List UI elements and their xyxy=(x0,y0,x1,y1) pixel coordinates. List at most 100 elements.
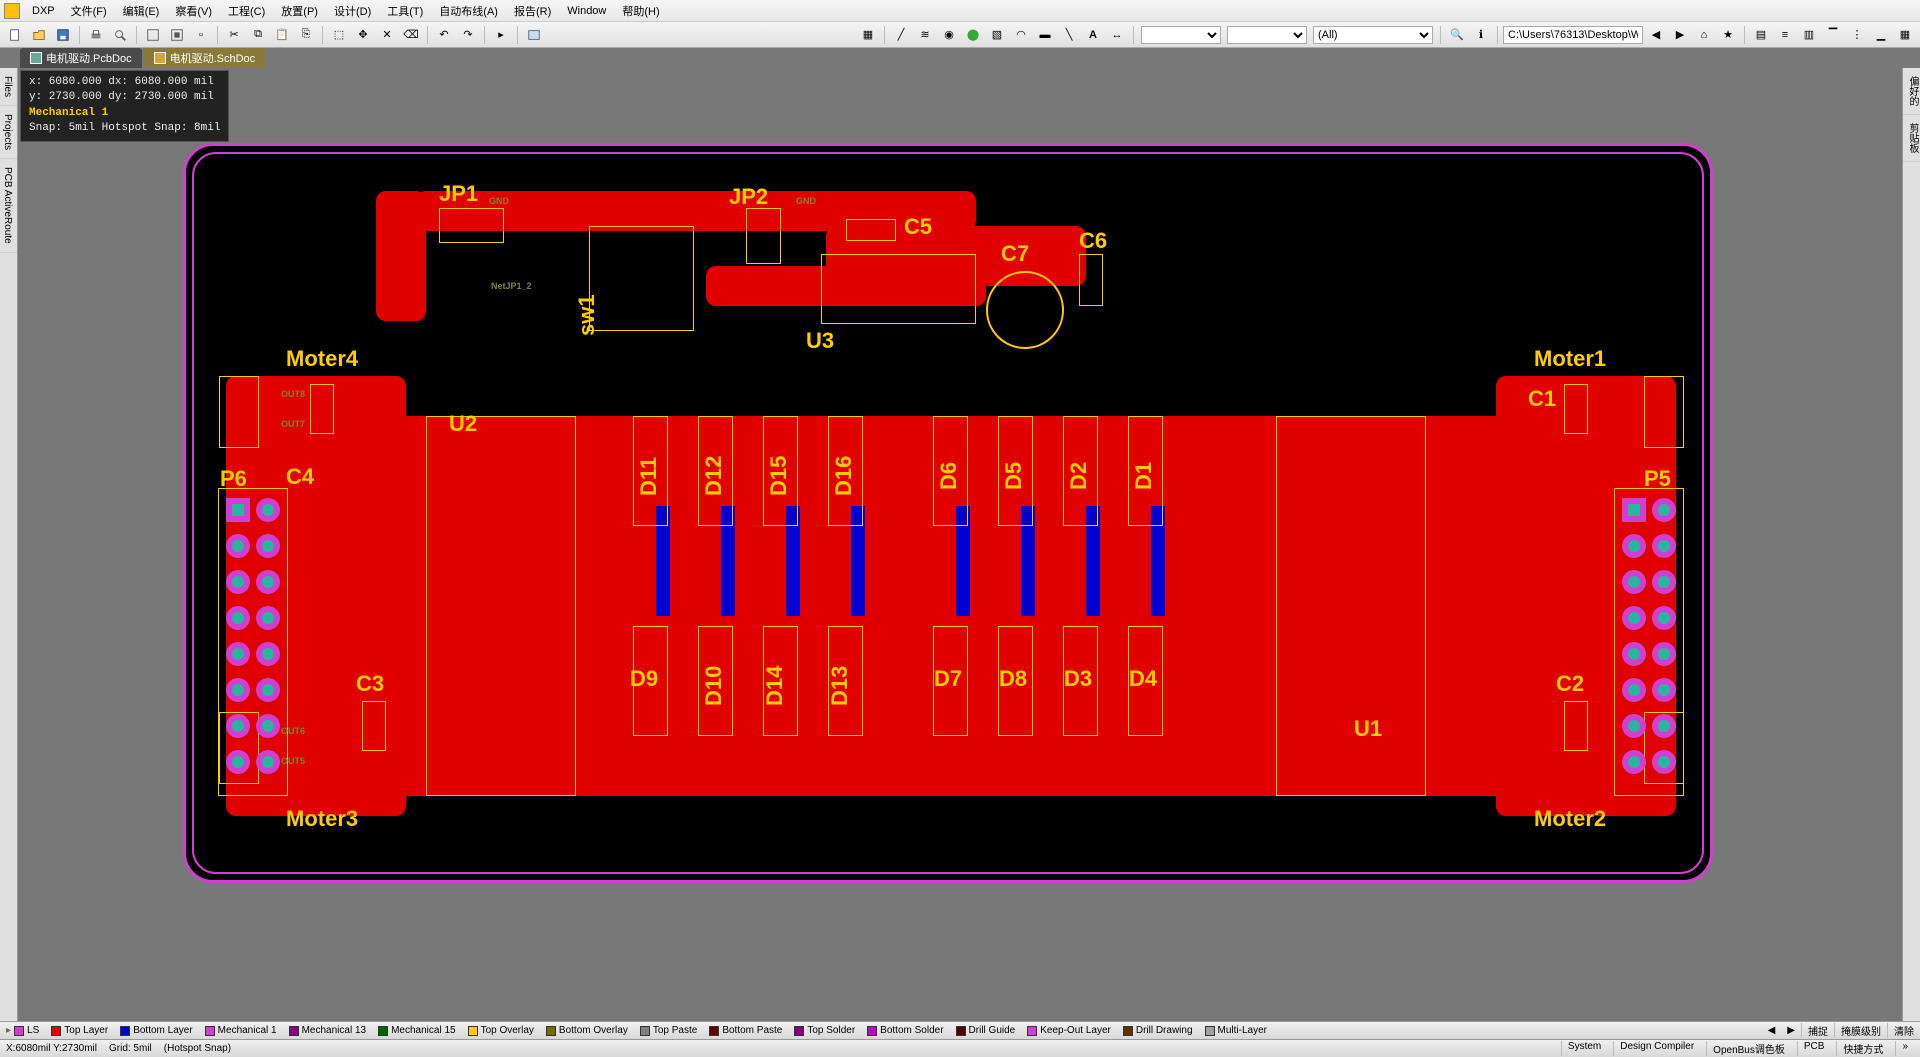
find-similar-icon[interactable]: 🔍 xyxy=(1446,25,1468,45)
layer-tab-ls[interactable]: ▸LS xyxy=(0,1025,45,1036)
layer-tab-bottom-paste[interactable]: Bottom Paste xyxy=(703,1025,788,1036)
align-top-icon[interactable]: ▔ xyxy=(1822,25,1844,45)
layer-tab-multi-layer[interactable]: Multi-Layer xyxy=(1199,1025,1273,1036)
align-grid-icon[interactable]: ▦ xyxy=(1894,25,1916,45)
layer-tab-top-paste[interactable]: Top Paste xyxy=(634,1025,703,1036)
place-dimension-icon[interactable]: ↔ xyxy=(1106,25,1128,45)
layer-nav-next-icon[interactable]: ▶ xyxy=(1781,1023,1801,1038)
status-shortcuts[interactable]: 快捷方式 xyxy=(1836,1041,1889,1056)
layer-label: Mechanical 13 xyxy=(302,1025,366,1036)
undo-icon[interactable]: ↶ xyxy=(433,25,455,45)
layer-tab-top-overlay[interactable]: Top Overlay xyxy=(462,1025,540,1036)
place-poly-icon[interactable]: ▧ xyxy=(986,25,1008,45)
tab-schdoc[interactable]: 电机驱动.SchDoc xyxy=(144,48,266,68)
place-string-icon[interactable]: A xyxy=(1082,25,1104,45)
align-bottom-icon[interactable]: ▁ xyxy=(1870,25,1892,45)
tab-pcbdoc[interactable]: 电机驱动.PcbDoc xyxy=(20,48,142,68)
route-diff-icon[interactable]: ≋ xyxy=(914,25,936,45)
panel-activeroute[interactable]: PCB ActiveRoute xyxy=(0,159,17,253)
layer-tab-mechanical-15[interactable]: Mechanical 15 xyxy=(372,1025,461,1036)
rubber-stamp-icon[interactable]: ⎘ xyxy=(295,25,317,45)
panel-projects[interactable]: Projects xyxy=(0,106,17,159)
menu-edit[interactable]: 编辑(E) xyxy=(115,1,168,21)
clear-icon[interactable]: ⌫ xyxy=(400,25,422,45)
menu-window[interactable]: Window xyxy=(559,3,614,19)
select-icon[interactable]: ⬚ xyxy=(328,25,350,45)
redo-icon[interactable]: ↷ xyxy=(457,25,479,45)
move-icon[interactable]: ✥ xyxy=(352,25,374,45)
route-track-icon[interactable]: ╱ xyxy=(890,25,912,45)
place-via-icon[interactable]: ◉ xyxy=(938,25,960,45)
status-pcb[interactable]: PCB xyxy=(1797,1041,1831,1056)
menu-reports[interactable]: 报告(R) xyxy=(506,1,559,21)
print-icon[interactable] xyxy=(85,25,107,45)
status-arrow-icon[interactable]: » xyxy=(1895,1041,1914,1056)
path-field[interactable] xyxy=(1503,26,1643,44)
menu-view[interactable]: 察看(V) xyxy=(167,1,220,21)
nav-home-icon[interactable]: ⌂ xyxy=(1693,25,1715,45)
place-fill-icon[interactable]: ▬ xyxy=(1034,25,1056,45)
layer-tab-bottom-overlay[interactable]: Bottom Overlay xyxy=(540,1025,634,1036)
zoom-window-icon[interactable] xyxy=(142,25,164,45)
menu-project[interactable]: 工程(C) xyxy=(220,1,273,21)
menu-place[interactable]: 放置(P) xyxy=(273,1,326,21)
silk-moter3: Moter3 xyxy=(286,806,358,832)
layer-tab-top-solder[interactable]: Top Solder xyxy=(788,1025,861,1036)
align-left-icon[interactable]: ▤ xyxy=(1750,25,1772,45)
nav-back-icon[interactable]: ◀ xyxy=(1645,25,1667,45)
status-design-compiler[interactable]: Design Compiler xyxy=(1613,1041,1700,1056)
panel-files[interactable]: Files xyxy=(0,68,17,106)
align-v-icon[interactable]: ⋮ xyxy=(1846,25,1868,45)
preview-icon[interactable] xyxy=(109,25,131,45)
layer-tab-top-layer[interactable]: Top Layer xyxy=(45,1025,114,1036)
open-icon[interactable] xyxy=(28,25,50,45)
silk-d9: D9 xyxy=(630,666,658,692)
pcb-canvas[interactable]: JP1 JP2 sw1 C5 C6 C7 U3 Moter4 Moter3 Mo… xyxy=(18,68,1902,1021)
menu-design[interactable]: 设计(D) xyxy=(326,1,379,21)
align-h-icon[interactable]: ≡ xyxy=(1774,25,1796,45)
layer-swatch-icon xyxy=(468,1026,478,1036)
nav-fwd-icon[interactable]: ▶ xyxy=(1669,25,1691,45)
new-doc-icon[interactable] xyxy=(4,25,26,45)
layer-tab-mechanical-1[interactable]: Mechanical 1 xyxy=(199,1025,283,1036)
panel-favorites[interactable]: 偏好的 xyxy=(1903,68,1920,115)
paste-icon[interactable]: 📋 xyxy=(271,25,293,45)
menu-file[interactable]: 文件(F) xyxy=(63,1,115,21)
place-pad-icon[interactable]: ⬤ xyxy=(962,25,984,45)
menu-autoroute[interactable]: 自动布线(A) xyxy=(431,1,506,21)
place-line-icon[interactable]: ╲ xyxy=(1058,25,1080,45)
zoom-fit-icon[interactable] xyxy=(166,25,188,45)
layer-tab-drill-guide[interactable]: Drill Guide xyxy=(950,1025,1022,1036)
menu-tools[interactable]: 工具(T) xyxy=(379,1,431,21)
layer-nav-prev-icon[interactable]: ◀ xyxy=(1762,1023,1782,1038)
browse-icon[interactable] xyxy=(523,25,545,45)
place-arc-icon[interactable]: ◠ xyxy=(1010,25,1032,45)
layer-tab-bottom-solder[interactable]: Bottom Solder xyxy=(861,1025,949,1036)
layer-tab-bottom-layer[interactable]: Bottom Layer xyxy=(114,1025,198,1036)
menu-dxp[interactable]: DXP xyxy=(24,3,63,19)
panel-clipboard[interactable]: 剪贴板 xyxy=(1903,115,1920,162)
cut-icon[interactable]: ✂ xyxy=(223,25,245,45)
layer-tab-mechanical-13[interactable]: Mechanical 13 xyxy=(283,1025,372,1036)
layer-tab-drill-drawing[interactable]: Drill Drawing xyxy=(1117,1025,1199,1036)
layer-tab-keep-out-layer[interactable]: Keep-Out Layer xyxy=(1021,1025,1117,1036)
mask-level[interactable]: 掩膜级别 xyxy=(1834,1023,1887,1038)
save-icon[interactable] xyxy=(52,25,74,45)
zoom-selected-icon[interactable]: ▫ xyxy=(190,25,212,45)
sch-doc-icon xyxy=(154,52,166,64)
component-dropdown[interactable] xyxy=(1141,26,1221,44)
status-openbus[interactable]: OpenBus调色板 xyxy=(1706,1041,1791,1056)
inspector-icon[interactable]: ℹ xyxy=(1470,25,1492,45)
align-right-icon[interactable]: ▥ xyxy=(1798,25,1820,45)
copy-icon[interactable]: ⧉ xyxy=(247,25,269,45)
snap-toggle[interactable]: 捕捉 xyxy=(1801,1023,1834,1038)
altium-icon[interactable]: ▦ xyxy=(857,25,879,45)
deselect-icon[interactable]: ✕ xyxy=(376,25,398,45)
menu-help[interactable]: 帮助(H) xyxy=(614,1,667,21)
filter-dropdown[interactable]: (All) xyxy=(1313,26,1433,44)
clear-button[interactable]: 清除 xyxy=(1887,1023,1920,1038)
net-dropdown[interactable] xyxy=(1227,26,1307,44)
run-script-icon[interactable]: ▸ xyxy=(490,25,512,45)
nav-fav-icon[interactable]: ★ xyxy=(1717,25,1739,45)
status-system[interactable]: System xyxy=(1561,1041,1607,1056)
